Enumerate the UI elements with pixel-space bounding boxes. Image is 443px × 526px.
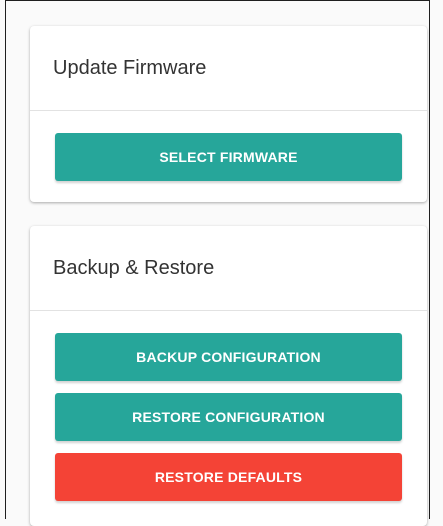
update-firmware-card-body: SELECT FIRMWARE [30, 111, 427, 181]
select-firmware-button[interactable]: SELECT FIRMWARE [55, 133, 402, 181]
update-firmware-card-header: Update Firmware [30, 26, 427, 111]
backup-restore-card-header: Backup & Restore [30, 226, 427, 311]
backup-restore-card: Backup & Restore BACKUP CONFIGURATION RE… [30, 226, 427, 526]
backup-restore-card-body: BACKUP CONFIGURATION RESTORE CONFIGURATI… [30, 311, 427, 501]
backup-configuration-button[interactable]: BACKUP CONFIGURATION [55, 333, 402, 381]
backup-restore-title: Backup & Restore [53, 256, 215, 279]
update-firmware-card: Update Firmware SELECT FIRMWARE [30, 26, 427, 202]
update-firmware-title: Update Firmware [53, 56, 207, 79]
page-frame: Update Firmware SELECT FIRMWARE Backup &… [5, 0, 430, 526]
restore-defaults-button[interactable]: RESTORE DEFAULTS [55, 453, 402, 501]
restore-configuration-button[interactable]: RESTORE CONFIGURATION [55, 393, 402, 441]
